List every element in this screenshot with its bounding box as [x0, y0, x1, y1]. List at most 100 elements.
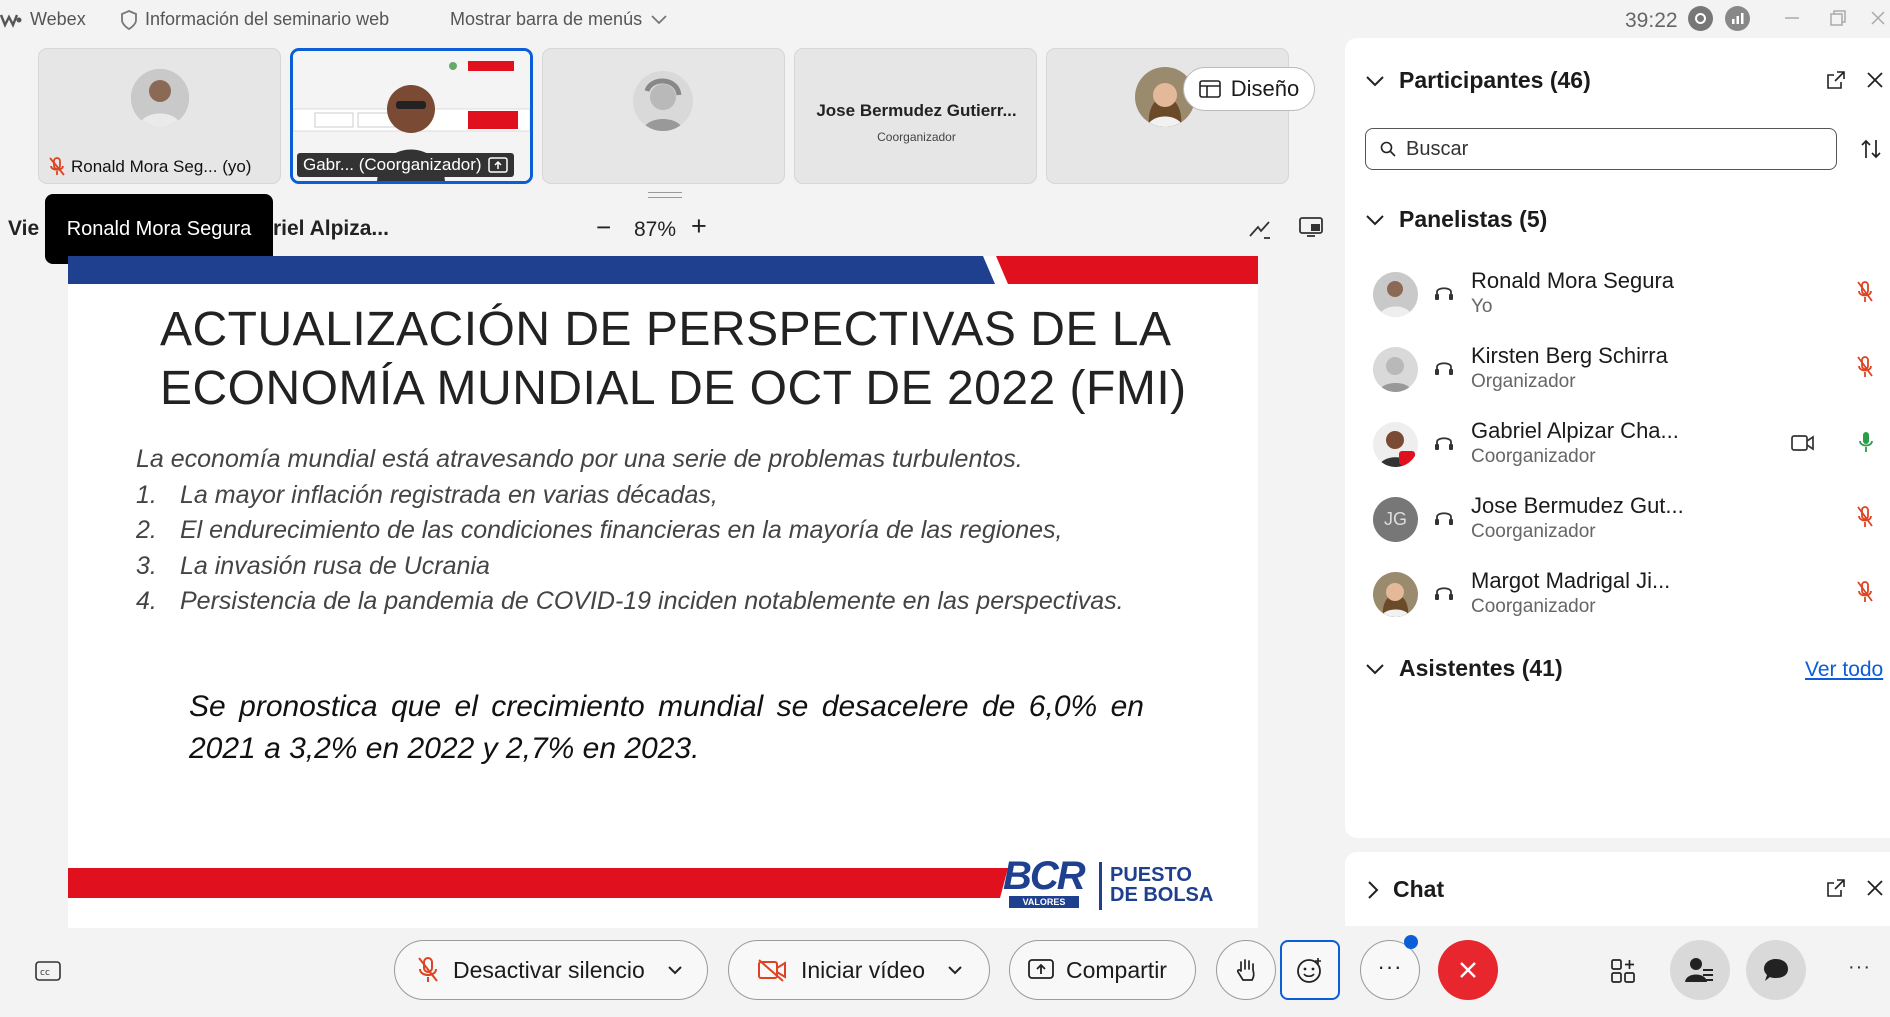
hand-icon: [1236, 959, 1255, 981]
popout-icon[interactable]: [1826, 878, 1846, 898]
close-icon: [1460, 962, 1476, 978]
attendees-title: Asistentes (41): [1399, 655, 1563, 681]
chevron-down-icon: [1366, 214, 1384, 225]
video-camera-icon[interactable]: [1791, 434, 1815, 452]
share-button[interactable]: Compartir: [1009, 940, 1196, 1000]
attendees-header[interactable]: Asistentes (41): [1365, 655, 1563, 682]
search-input[interactable]: Buscar: [1365, 128, 1837, 170]
mic-muted-icon[interactable]: [1856, 355, 1874, 379]
apps-icon[interactable]: [1610, 958, 1636, 984]
seminar-info-button[interactable]: Información del seminario web: [121, 9, 389, 30]
restore-window-icon[interactable]: [1826, 6, 1850, 30]
svg-text:cc: cc: [40, 968, 50, 978]
list-text: Persistencia de la pandemia de COVID-19 …: [180, 587, 1124, 615]
list-item: 2. El endurecimiento de las condiciones f…: [136, 513, 1124, 549]
zoom-out-button[interactable]: −: [596, 212, 611, 243]
panelists-header[interactable]: Panelistas (5): [1365, 206, 1547, 233]
panelist-role: Coorganizador: [1471, 521, 1596, 542]
puesto-bolsa-logo: PUESTO DE BOLSA: [1110, 865, 1213, 905]
participants-header[interactable]: Participantes (46): [1365, 67, 1591, 94]
panelist-name: Jose Bermudez Gut...: [1471, 493, 1684, 518]
video-thumbnail[interactable]: [542, 48, 785, 184]
sort-icon[interactable]: [1859, 138, 1883, 160]
signal-strength-icon[interactable]: [1725, 6, 1750, 31]
minimize-window-icon[interactable]: [1780, 6, 1804, 30]
close-chat-icon[interactable]: [1865, 878, 1885, 898]
overflow-menu-button[interactable]: ···: [1848, 956, 1871, 979]
headset-icon: [1433, 282, 1455, 304]
view-all-link[interactable]: Ver todo: [1805, 658, 1883, 682]
avatar: [1373, 422, 1418, 467]
avatar: [1373, 272, 1418, 317]
logo-line: DE BOLSA: [1110, 884, 1214, 906]
list-text: La invasión rusa de Ucrania: [180, 551, 490, 580]
logo-divider: [1099, 862, 1102, 910]
panelist-row[interactable]: Margot Madrigal Ji... Coorganizador: [1345, 562, 1890, 638]
start-video-button[interactable]: Iniciar vídeo: [728, 940, 990, 1000]
zoom-level: 87%: [634, 218, 677, 241]
reactions-button[interactable]: [1280, 940, 1340, 1000]
panelist-name: Kirsten Berg Schirra: [1471, 343, 1668, 368]
slide-intro: La economía mundial está atravesando por…: [136, 445, 1023, 473]
close-window-icon[interactable]: [1866, 6, 1890, 30]
video-thumbnail[interactable]: Ronald Mora Seg... (yo): [38, 48, 281, 184]
avatar: [633, 71, 693, 131]
mic-muted-icon[interactable]: [1856, 505, 1874, 529]
viewer-label-start: Vie: [8, 217, 40, 240]
panelist-role: Coorganizador: [1471, 596, 1596, 617]
mic-muted-icon[interactable]: [1856, 580, 1874, 604]
shield-icon: [121, 9, 137, 30]
thumbnail-name: Ronald Mora Seg... (yo): [71, 157, 252, 176]
share-label: Compartir: [1066, 956, 1167, 983]
show-menu-bar-button[interactable]: Mostrar barra de menús: [450, 9, 668, 30]
viewer-label-end: riel Alpiza...: [273, 217, 389, 240]
video-thumbnail[interactable]: Jose Bermudez Gutierr... Coorganizador: [794, 48, 1037, 184]
slide-forecast: Se pronostica que el crecimiento mundial…: [189, 690, 1144, 765]
resize-handle[interactable]: [648, 192, 682, 198]
sharing-icon: [487, 157, 508, 173]
panelist-row[interactable]: JG Jose Bermudez Gut... Coorganizador: [1345, 487, 1890, 563]
headset-icon: [1433, 582, 1455, 604]
captions-icon[interactable]: cc: [35, 961, 61, 981]
mic-active-icon[interactable]: [1858, 430, 1874, 454]
more-options-button[interactable]: ···: [1360, 935, 1420, 1000]
video-thumbnail-active[interactable]: Gabr... (Coorganizador): [290, 48, 533, 184]
unmute-button[interactable]: Desactivar silencio: [394, 940, 708, 1000]
chevron-down-icon[interactable]: [667, 965, 683, 975]
layout-button[interactable]: Diseño: [1183, 67, 1315, 111]
panelist-role: Yo: [1471, 296, 1493, 317]
list-number: 4.: [136, 587, 157, 615]
panelist-row[interactable]: Ronald Mora Segura Yo: [1345, 262, 1890, 338]
participants-button[interactable]: [1670, 940, 1730, 1000]
chat-button[interactable]: [1746, 940, 1806, 1000]
more-label: ···: [1377, 954, 1403, 979]
annotate-icon[interactable]: [1248, 218, 1272, 240]
layout-button-label: Diseño: [1230, 76, 1300, 101]
chat-header[interactable]: Chat: [1367, 876, 1444, 903]
chat-panel-header[interactable]: Chat: [1345, 852, 1890, 926]
participants-icon: [1685, 958, 1713, 982]
popout-icon[interactable]: [1826, 70, 1846, 90]
chevron-right-icon: [1368, 880, 1379, 899]
panelists-title: Panelistas (5): [1399, 206, 1548, 232]
panelist-row[interactable]: Gabriel Alpizar Cha... Coorganizador: [1345, 412, 1890, 488]
panelist-row[interactable]: Kirsten Berg Schirra Organizador: [1345, 337, 1890, 413]
mic-muted-icon: [418, 957, 438, 982]
bcr-logo: BCR VALORES: [1003, 856, 1093, 908]
avatar: [1373, 347, 1418, 392]
list-number: 1.: [136, 480, 157, 509]
share-view-icon[interactable]: [1299, 216, 1325, 238]
chevron-down-icon: [1366, 663, 1384, 674]
shared-slide: ACTUALIZACIÓN DE PERSPECTIVAS DE LA ECON…: [68, 256, 1258, 928]
raise-hand-button[interactable]: [1216, 940, 1276, 1000]
layout-icon: [1198, 80, 1221, 98]
chat-title: Chat: [1393, 876, 1445, 902]
close-panel-icon[interactable]: [1865, 70, 1885, 90]
video-off-icon: [758, 959, 786, 982]
chevron-down-icon[interactable]: [947, 965, 963, 975]
mic-muted-icon[interactable]: [1856, 280, 1874, 304]
title-bar: Webex Información del seminario web Most…: [0, 0, 1890, 38]
zoom-in-button[interactable]: +: [691, 211, 707, 242]
end-meeting-button[interactable]: [1438, 940, 1498, 1000]
status-icon[interactable]: [1688, 6, 1713, 31]
